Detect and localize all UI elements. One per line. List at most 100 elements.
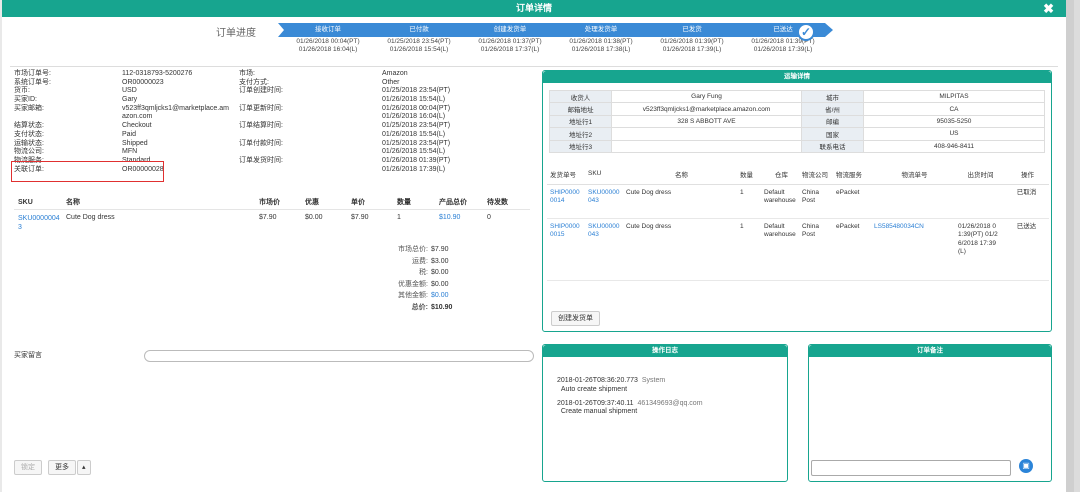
summary-row: 市场总价: $7.90 xyxy=(398,246,449,253)
progress-step: 创建发货单 01/26/2018 01:37(PT) 01/26/2018 17… xyxy=(460,23,560,54)
sku-link[interactable]: SKU00000043 xyxy=(585,218,623,281)
info-value: MFN xyxy=(122,148,138,156)
summary-row: 运费: $3.00 xyxy=(412,257,449,265)
step-arrow: 已付款 xyxy=(369,23,469,37)
item-discount: $0.00 xyxy=(305,214,323,221)
chevron-up-icon[interactable]: ▴ xyxy=(77,460,91,475)
info-value: USD xyxy=(122,87,137,95)
progress-step: 处理发货单 01/26/2018 01:38(PT) 01/26/2018 17… xyxy=(551,23,651,54)
step-date-pt: 01/26/2018 01:37(PT) xyxy=(478,38,542,45)
info-value: Other xyxy=(382,78,400,86)
buyer-note: 买家留言 xyxy=(14,350,534,362)
scrollbar[interactable] xyxy=(1066,0,1074,492)
info-value: 01/25/2018 23:54(PT) xyxy=(382,139,451,147)
info-value: 01/26/2018 01:39(PT) xyxy=(382,156,451,164)
step-date-local: 01/26/2018 15:54(L) xyxy=(389,46,449,53)
step-arrow: 处理发货单 xyxy=(551,23,651,37)
progress-step: 已付款 01/25/2018 23:54(PT) 01/26/2018 15:5… xyxy=(369,23,469,54)
lock-button[interactable]: 锁定 xyxy=(14,460,42,475)
step-date-pt: 01/25/2018 23:54(PT) xyxy=(387,38,451,45)
table-row: SKU0000004 3 Cute Dog dress $7.90 $0.00 $… xyxy=(14,210,530,240)
more-button[interactable]: 更多 xyxy=(48,460,76,475)
item-name: Cute Dog dress xyxy=(66,214,115,221)
tracking-link[interactable]: LS585480034CN xyxy=(871,218,955,281)
address-row: 邮箱地址 v523ff3qmljcks1@marketplace.amazon.c… xyxy=(549,102,1045,116)
info-label xyxy=(239,113,382,122)
close-icon[interactable]: ✖ xyxy=(1043,0,1054,17)
col-total: 产品总价 xyxy=(439,199,467,206)
info-value: 01/25/2018 23:54(PT) xyxy=(382,87,451,95)
item-market-price: $7.90 xyxy=(259,214,277,221)
info-label: 订单更新时间: xyxy=(239,104,283,112)
step-date-pt: 01/26/2018 00:04(PT) xyxy=(296,38,360,45)
buyer-note-label: 买家留言 xyxy=(14,352,42,359)
info-label: 买家邮箱: xyxy=(14,104,44,112)
step-date-pt: 01/26/2018 01:39(PT) xyxy=(660,38,724,45)
col-market-price: 市场价 xyxy=(259,199,280,206)
info-value: 01/25/2018 23:54(PT) xyxy=(382,122,451,130)
info-row: 市场订单号: 112-0318793-5200276 市场: Amazon xyxy=(14,70,534,79)
info-label: 订单发货时间: xyxy=(239,156,283,164)
items-header: SKU 名称 市场价 优惠 单价 数量 产品总价 待发数 xyxy=(14,196,530,210)
info-label: 运输状态: xyxy=(14,139,44,147)
order-progress: 订单进度 接收订单 01/26/2018 00:04(PT) 01/26/201… xyxy=(2,22,1066,62)
col-unit-price: 单价 xyxy=(351,199,365,206)
step-date-local: 01/26/2018 17:39(L) xyxy=(753,46,813,53)
sku-link[interactable]: SKU00000043 xyxy=(585,184,623,219)
order-memo-panel: 订单备注 ▣ xyxy=(808,344,1052,482)
info-value: 01/26/2018 17:39(L) xyxy=(382,165,446,173)
shipping-panel: 运输详情 收货人 Gary Fung 城市 MILPITAS 邮箱地址 v523ff3q… xyxy=(542,70,1052,332)
operation-log-panel: 操作日志 2018-01-26T08:36:20.773 System Auto… xyxy=(542,344,788,482)
info-label: 买家ID: xyxy=(14,96,37,104)
address-table: 收货人 Gary Fung 城市 MILPITAS 邮箱地址 v523ff3qmljck… xyxy=(549,89,1045,153)
item-qty: 1 xyxy=(397,214,401,221)
price-summary: 市场总价: $7.90 运费: $3.00 税: $0.00 优惠金额: $0.00 其… xyxy=(382,244,462,313)
address-row: 地址行2 国家 US xyxy=(549,127,1045,141)
info-label: 市场订单号: xyxy=(14,70,51,77)
info-label: 订单结算时间: xyxy=(239,122,283,130)
buyer-note-field[interactable] xyxy=(144,350,534,362)
order-detail-dialog: 订单详情 ✖ 订单进度 接收订单 01/26/2018 00:04(PT) 01… xyxy=(2,0,1066,492)
items-table: SKU 名称 市场价 优惠 单价 数量 产品总价 待发数 SKU0000004 3… xyxy=(14,196,530,240)
save-icon[interactable]: ▣ xyxy=(1019,459,1033,473)
info-label xyxy=(239,96,382,105)
info-row: 货币: USD 订单创建时间: 01/25/2018 23:54(PT) xyxy=(14,87,534,96)
col-sku: SKU xyxy=(18,199,33,206)
info-label: 订单付款时间: xyxy=(239,139,283,147)
log-title: 操作日志 xyxy=(543,345,787,357)
step-arrow: 接收订单 xyxy=(278,23,378,37)
step-date-local: 01/26/2018 17:39(L) xyxy=(662,46,722,53)
shipments-table: 发货单号 SKU 名称 数量 仓库 物流公司 物流服务 物流单号 出货时间 操作… xyxy=(547,164,1049,281)
step-arrow: 已发货 xyxy=(642,23,742,37)
memo-input[interactable] xyxy=(811,460,1011,476)
info-row: 买家ID: Gary 01/26/2018 15:54(L) xyxy=(14,96,534,105)
progress-step: 接收订单 01/26/2018 00:04(PT) 01/26/2018 16:… xyxy=(278,23,378,54)
step-date-local: 01/26/2018 17:38(L) xyxy=(571,46,631,53)
item-total: $10.90 xyxy=(439,214,461,221)
shipment-link[interactable]: SHIP00000015 xyxy=(547,218,585,281)
address-row: 地址行1 328 S ABBOTT AVE 邮编 95035-5250 xyxy=(549,114,1045,129)
info-label xyxy=(239,166,382,175)
info-value: Shipped xyxy=(122,139,148,147)
info-label: 订单创建时间: xyxy=(239,87,283,95)
info-row: azon.com 01/26/2018 16:04(L) xyxy=(14,113,534,122)
address-row: 收货人 Gary Fung 城市 MILPITAS xyxy=(549,89,1045,104)
info-row: 物流公司: MFN 01/26/2018 15:54(L) xyxy=(14,148,534,157)
info-value: Gary xyxy=(122,96,138,104)
item-pending: 0 xyxy=(487,214,491,221)
table-row: SHIP00000015 SKU00000043 Cute Dog dress … xyxy=(547,218,1049,281)
info-value: azon.com xyxy=(122,113,153,121)
log-list: 2018-01-26T08:36:20.773 System Auto crea… xyxy=(543,377,787,417)
info-label: 货币: xyxy=(14,87,30,95)
summary-total-row: 总价: $10.90 xyxy=(411,303,453,311)
info-label xyxy=(239,131,382,140)
info-value: 01/26/2018 00:04(PT) xyxy=(382,104,451,112)
sku-link[interactable]: SKU00000043 xyxy=(14,214,66,240)
order-info: 市场订单号: 112-0318793-5200276 市场: Amazon 系统订单号… xyxy=(14,70,534,174)
shipment-link[interactable]: SHIP00000014 xyxy=(547,184,585,219)
action-buttons: 锁定 更多 ▴ xyxy=(14,460,91,475)
progress-step: 已发货 01/26/2018 01:39(PT) 01/26/2018 17:3… xyxy=(642,23,742,54)
info-row: 买家邮箱: v523ff3qmljcks1@marketplace.am 订单更新时… xyxy=(14,105,534,114)
col-qty: 数量 xyxy=(397,199,411,206)
create-shipment-button[interactable]: 创建发货单 xyxy=(551,311,600,326)
